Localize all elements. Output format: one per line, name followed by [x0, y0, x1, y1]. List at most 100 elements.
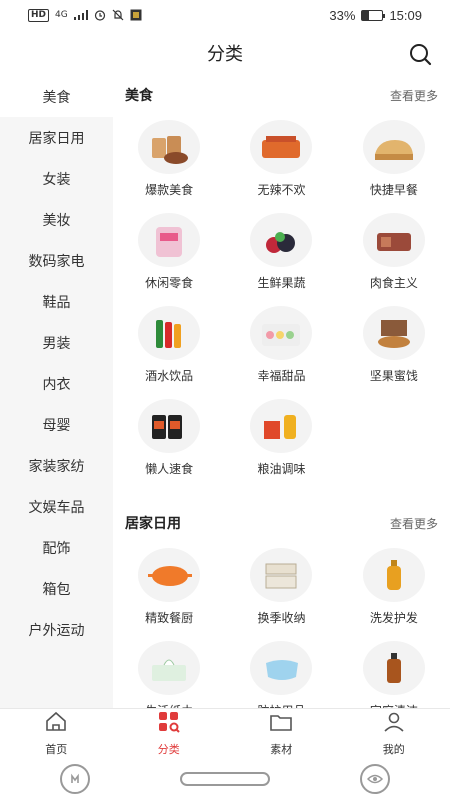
sidebar-item[interactable]: 数码家电 — [0, 240, 113, 281]
sidebar-item[interactable]: 箱包 — [0, 568, 113, 609]
mask-icon — [250, 641, 313, 695]
tab-label: 首页 — [45, 743, 68, 756]
subcategory-item[interactable]: 爆款美食 — [113, 120, 225, 213]
subcategory-item[interactable]: 精致餐厨 — [113, 548, 225, 641]
subcategory-item[interactable]: 生活纸巾 — [113, 641, 225, 708]
back-gesture-button[interactable] — [60, 764, 90, 794]
system-navigation-bar — [0, 758, 450, 800]
sidebar-item[interactable]: 美食 — [0, 76, 113, 117]
macaron-icon — [250, 306, 313, 360]
subcategory-label: 休闲零食 — [145, 276, 194, 290]
clock: 15:09 — [389, 7, 422, 23]
noodles-icon — [138, 399, 201, 453]
subcategory-grid: 爆款美食 无辣不欢 快捷早餐休闲零食 生鲜果蔬 肉食主义酒水饮品 幸福甜品 坚果蜜饯懒人速食… — [113, 114, 450, 492]
section-header: 美食 查看更多 — [113, 76, 450, 114]
subcategory-item[interactable]: 生鲜果蔬 — [225, 213, 337, 306]
sidebar-item[interactable]: 男装 — [0, 322, 113, 363]
tab-label: 我的 — [382, 743, 405, 756]
section-title: 美食 — [125, 88, 153, 104]
category-icon — [157, 710, 181, 738]
subcategory-item[interactable]: 洗发护发 — [338, 548, 450, 641]
oil-rice-icon — [250, 399, 313, 453]
tab-category[interactable]: 分类 — [113, 709, 226, 758]
section-title: 居家日用 — [125, 516, 181, 532]
page-header: 分类 — [0, 30, 450, 76]
snack-food-icon — [138, 120, 201, 174]
view-more-link[interactable]: 查看更多 — [390, 515, 438, 532]
subcategory-item[interactable]: 粮油调味 — [225, 399, 337, 492]
subcategory-label: 坚果蜜饯 — [369, 369, 418, 383]
view-more-link[interactable]: 查看更多 — [390, 87, 438, 104]
subcategory-item[interactable]: 酒水饮品 — [113, 306, 225, 399]
subcategory-item[interactable]: 懒人速食 — [113, 399, 225, 492]
subcategory-grid: 精致餐厨 换季收纳 洗发护发生活纸巾防护用品家庭清洁 — [113, 542, 450, 708]
subcategory-label: 生鲜果蔬 — [257, 276, 306, 290]
battery-icon — [361, 9, 386, 21]
sidebar-item[interactable]: 配饰 — [0, 527, 113, 568]
meat-icon — [362, 213, 425, 267]
search-icon[interactable] — [408, 42, 432, 66]
subcategory-item[interactable]: 肉食主义 — [338, 213, 450, 306]
network-type: 4G — [55, 10, 68, 20]
alarm-icon — [94, 10, 105, 21]
subcategory-item[interactable]: 防护用品 — [225, 641, 337, 708]
category-content: 美食 查看更多 爆款美食 无辣不欢 快捷早餐 休闲零食 生鲜果蔬 肉食主义 酒水饮品 幸福甜品 坚果… — [113, 76, 450, 708]
subcategory-label: 肉食主义 — [369, 276, 418, 290]
subcategory-label: 幸福甜品 — [257, 369, 306, 383]
tab-folder[interactable]: 素材 — [225, 709, 338, 758]
subcategory-label: 懒人速食 — [145, 462, 194, 476]
home-gesture-bar[interactable] — [180, 772, 270, 786]
subcategory-label: 爆款美食 — [145, 183, 194, 197]
home-icon — [44, 710, 68, 738]
folder-icon — [269, 710, 293, 738]
page-title: 分类 — [207, 44, 243, 65]
tab-user[interactable]: 我的 — [338, 709, 450, 758]
subcategory-label: 洗发护发 — [369, 611, 418, 625]
chips-icon — [138, 213, 201, 267]
signal-icon — [73, 10, 88, 20]
sidebar-item[interactable]: 美妆 — [0, 199, 113, 240]
tab-home[interactable]: 首页 — [0, 709, 113, 758]
tab-label: 分类 — [157, 743, 180, 756]
subcategory-label: 精致餐厨 — [145, 611, 194, 625]
app-notification-icon — [130, 9, 142, 21]
sidebar-item[interactable]: 女装 — [0, 158, 113, 199]
subcategory-label: 换季收纳 — [257, 611, 306, 625]
tab-label: 素材 — [270, 743, 293, 756]
cleaner-icon — [362, 641, 425, 695]
bread-icon — [362, 120, 425, 174]
subcategory-item[interactable]: 快捷早餐 — [338, 120, 450, 213]
sidebar-item[interactable]: 家装家纺 — [0, 445, 113, 486]
sidebar-item[interactable]: 居家日用 — [0, 117, 113, 158]
recent-apps-button[interactable] — [360, 764, 390, 794]
spicy-food-icon — [250, 120, 313, 174]
sidebar-item[interactable]: 母婴 — [0, 404, 113, 445]
subcategory-label: 无辣不欢 — [257, 183, 306, 197]
sidebar-item[interactable]: 户外运动 — [0, 609, 113, 650]
mute-icon — [112, 9, 124, 21]
subcategory-label: 快捷早餐 — [369, 183, 418, 197]
subcategory-item[interactable]: 换季收纳 — [225, 548, 337, 641]
hd-indicator: HD — [28, 8, 50, 22]
subcategory-item[interactable]: 坚果蜜饯 — [338, 306, 450, 399]
battery-percent: 33% — [329, 7, 356, 23]
eye-icon — [367, 774, 383, 784]
category-sidebar: 美食 居家日用 女装 美妆 数码家电 鞋品 男装 内衣 母婴 家装家纺 文娱车品 配饰 箱包 户外运动 — [0, 76, 113, 708]
back-icon — [71, 773, 79, 783]
subcategory-item[interactable]: 无辣不欢 — [225, 120, 337, 213]
pot-icon — [138, 548, 201, 602]
shampoo-icon — [362, 548, 425, 602]
sidebar-item[interactable]: 内衣 — [0, 363, 113, 404]
drinks-icon — [138, 306, 201, 360]
sidebar-item[interactable]: 鞋品 — [0, 281, 113, 322]
section-header: 居家日用 查看更多 — [113, 504, 450, 542]
tissue-icon — [138, 641, 201, 695]
subcategory-item[interactable]: 幸福甜品 — [225, 306, 337, 399]
fruit-icon — [250, 213, 313, 267]
subcategory-item[interactable]: 休闲零食 — [113, 213, 225, 306]
bottom-tabbar: 首页 分类 素材 我的 — [0, 708, 450, 758]
user-icon — [382, 710, 406, 738]
subcategory-item[interactable]: 家庭清洁 — [338, 641, 450, 708]
status-bar: HD 4G 33% 15:09 — [0, 0, 450, 30]
sidebar-item[interactable]: 文娱车品 — [0, 486, 113, 527]
